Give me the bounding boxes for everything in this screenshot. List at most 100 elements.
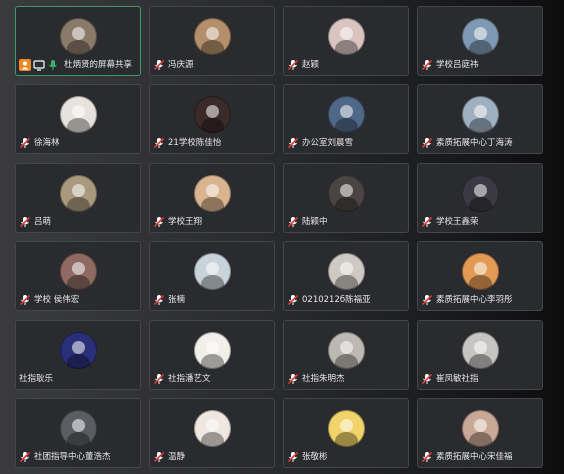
participant-tile[interactable]: 素质拓展中心李羽彤 <box>417 241 543 311</box>
name-bar: 办公室刘晨雪 <box>287 136 353 150</box>
participant-tile[interactable]: 徐海林 <box>15 84 141 154</box>
avatar-body <box>469 197 492 212</box>
participant-name: 0210212б陈福亚 <box>302 295 371 305</box>
participant-tile[interactable]: 0210212б陈福亚 <box>283 241 409 311</box>
name-bar: 温静 <box>153 450 185 464</box>
avatar <box>462 332 499 369</box>
participant-name: 吕萌 <box>34 217 52 227</box>
avatar-face <box>72 419 85 432</box>
avatar-face <box>206 419 219 432</box>
participant-tile[interactable]: 学校吕庭祎 <box>417 6 543 76</box>
muted-mic-icon <box>19 451 31 463</box>
avatar <box>328 332 365 369</box>
avatar-face <box>340 262 353 275</box>
avatar <box>328 410 365 447</box>
avatar <box>60 253 97 290</box>
name-bar: 徐海林 <box>19 136 60 150</box>
muted-mic-icon <box>287 59 299 71</box>
avatar <box>462 96 499 133</box>
participant-tile[interactable]: 张敬彬 <box>283 398 409 468</box>
muted-mic-icon <box>153 137 165 149</box>
participant-tile[interactable]: 杜炳贤的屏幕共享 <box>15 6 141 76</box>
participant-tile[interactable]: 学校王鑫荣 <box>417 163 543 233</box>
avatar <box>328 175 365 212</box>
participant-tile[interactable]: 学校 侯伟宏 <box>15 241 141 311</box>
participant-tile[interactable]: 学校王翔 <box>149 163 275 233</box>
participant-name: 社团指导中心董浩杰 <box>34 452 111 462</box>
participant-tile[interactable]: 社团指导中心董浩杰 <box>15 398 141 468</box>
muted-mic-icon <box>153 294 165 306</box>
muted-mic-icon <box>421 59 433 71</box>
participant-tile[interactable]: 温静 <box>149 398 275 468</box>
muted-mic-icon <box>287 137 299 149</box>
avatar-face <box>474 262 487 275</box>
participant-tile[interactable]: 素质拓展中心宋佳福 <box>417 398 543 468</box>
avatar-body <box>335 118 358 133</box>
avatar-face <box>474 27 487 40</box>
avatar-face <box>474 341 487 354</box>
participant-tile[interactable]: 素质拓展中心丁海涛 <box>417 84 543 154</box>
muted-mic-icon <box>421 137 433 149</box>
participant-name: 徐海林 <box>34 138 60 148</box>
name-bar: 张敬彬 <box>287 450 328 464</box>
avatar-face <box>340 27 353 40</box>
avatar <box>328 253 365 290</box>
muted-mic-icon <box>421 216 433 228</box>
avatar-face <box>72 105 85 118</box>
participant-name: 社指朱明杰 <box>302 374 345 384</box>
name-bar: 0210212б陈福亚 <box>287 293 371 307</box>
avatar-body <box>67 118 90 133</box>
participant-tile[interactable]: 社指耿乐 <box>15 320 141 390</box>
muted-mic-icon <box>153 373 165 385</box>
participant-tile[interactable]: 21学校陈佳怡 <box>149 84 275 154</box>
participant-tile[interactable]: 社指朱明杰 <box>283 320 409 390</box>
avatar-body <box>469 40 492 55</box>
muted-mic-icon <box>153 451 165 463</box>
avatar-face <box>474 419 487 432</box>
name-bar: 社团指导中心董浩杰 <box>19 450 111 464</box>
avatar <box>194 332 231 369</box>
name-bar: 崔凤敏社指 <box>421 372 479 386</box>
name-bar: 素质拓展中心宋佳福 <box>421 450 513 464</box>
muted-mic-icon <box>421 451 433 463</box>
participant-name: 素质拓展中心宋佳福 <box>436 452 513 462</box>
avatar-body <box>67 275 90 290</box>
name-bar: 社指耿乐 <box>19 372 53 386</box>
avatar <box>462 253 499 290</box>
avatar-face <box>72 27 85 40</box>
participant-name: 张楠 <box>168 295 186 305</box>
avatar-body <box>335 432 358 447</box>
participant-tile[interactable]: 张楠 <box>149 241 275 311</box>
participant-tile[interactable]: 崔凤敏社指 <box>417 320 543 390</box>
avatar-body <box>201 197 224 212</box>
participant-name: 杜炳贤的屏幕共享 <box>64 60 133 70</box>
participant-tile[interactable]: 社指潘艺文 <box>149 320 275 390</box>
avatar-body <box>335 275 358 290</box>
muted-mic-icon <box>421 373 433 385</box>
name-bar: 素质拓展中心丁海涛 <box>421 136 513 150</box>
participant-tile[interactable]: 吕萌 <box>15 163 141 233</box>
avatar-body <box>469 275 492 290</box>
participant-tile[interactable]: 冯庆源 <box>149 6 275 76</box>
participant-tile[interactable]: 陆颖中 <box>283 163 409 233</box>
muted-mic-icon <box>19 216 31 228</box>
avatar-body <box>201 432 224 447</box>
participant-name: 21学校陈佳怡 <box>168 138 222 148</box>
participant-name: 学校 侯伟宏 <box>34 295 80 305</box>
participant-tile[interactable]: 赵颖 <box>283 6 409 76</box>
avatar <box>328 18 365 55</box>
participant-name: 崔凤敏社指 <box>436 374 479 384</box>
avatar-face <box>72 341 85 354</box>
avatar-face <box>474 184 487 197</box>
avatar-face <box>206 262 219 275</box>
avatar-face <box>206 105 219 118</box>
avatar-body <box>335 40 358 55</box>
name-bar: 学校王翔 <box>153 215 202 229</box>
avatar <box>462 410 499 447</box>
participant-tile[interactable]: 办公室刘晨雪 <box>283 84 409 154</box>
avatar-face <box>340 105 353 118</box>
avatar <box>194 96 231 133</box>
avatar-face <box>340 341 353 354</box>
participant-name: 办公室刘晨雪 <box>302 138 354 148</box>
avatar <box>60 18 97 55</box>
